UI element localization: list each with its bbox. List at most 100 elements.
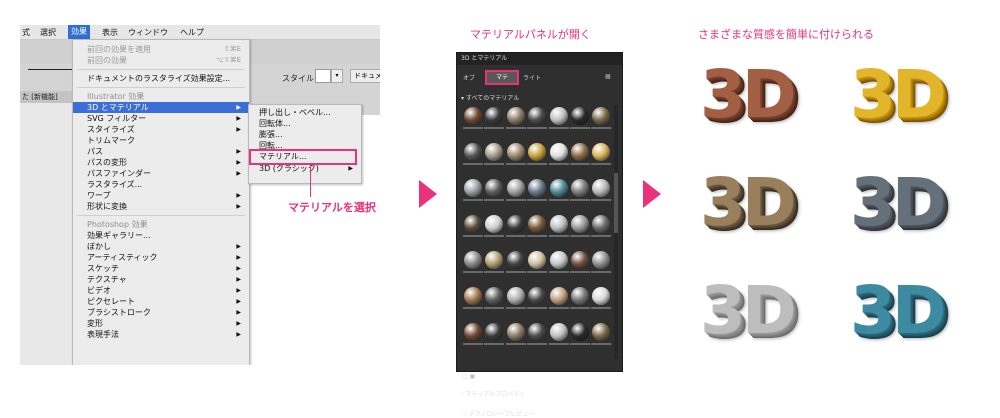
material-swatch[interactable] (592, 143, 611, 161)
material-swatch[interactable] (592, 323, 611, 341)
chevron-down-icon[interactable]: ▾ (331, 69, 343, 83)
material-swatch[interactable] (571, 215, 589, 233)
menu-item-stylize[interactable]: スタイライズ ▶ (73, 124, 249, 135)
menu-window[interactable]: ウィンドウ (128, 27, 168, 38)
menu-item-trim-marks[interactable]: トリムマーク (73, 135, 249, 146)
menu-item-sketch[interactable]: スケッチ ▶ (73, 263, 249, 274)
stroke-preview[interactable] (28, 69, 73, 70)
material-swatch[interactable] (485, 179, 504, 197)
material-swatch[interactable] (528, 323, 547, 341)
material-swatch[interactable] (528, 287, 547, 305)
menu-item-distort[interactable]: 変形 ▶ (73, 318, 249, 329)
menu-item-stylize-ps[interactable]: 表現手法 ▶ (73, 329, 249, 340)
material-swatch[interactable] (549, 179, 568, 197)
material-swatch[interactable] (571, 143, 589, 161)
material-swatch[interactable] (571, 107, 589, 125)
material-swatch[interactable] (485, 215, 504, 233)
panel-scroll-thumb[interactable] (614, 173, 618, 233)
material-swatch[interactable] (549, 143, 568, 161)
material-swatch[interactable] (464, 143, 482, 161)
material-swatch[interactable] (549, 287, 568, 305)
menu-item-pathfinder[interactable]: パスファインダー ▶ (73, 168, 249, 179)
section-material-props[interactable]: › マテリアルプロパティ (461, 389, 525, 398)
submenu-item-inflate[interactable]: 膨張... (249, 129, 361, 140)
material-swatch[interactable] (485, 143, 504, 161)
menu-item-brush-strokes[interactable]: ブラシストローク ▶ (73, 307, 249, 318)
material-swatch[interactable] (485, 323, 504, 341)
section-all-materials[interactable]: ▾ すべてのマテリアル (461, 93, 519, 102)
callout-line (310, 163, 311, 197)
material-swatch[interactable] (528, 107, 547, 125)
graph-icon[interactable]: ▣ (470, 373, 476, 380)
add-material-icon[interactable]: ⬚ (462, 373, 468, 380)
panel-menu-icon[interactable]: ▦ (605, 73, 611, 80)
material-swatch[interactable] (464, 287, 482, 305)
material-swatch[interactable] (506, 107, 525, 125)
menu-type[interactable]: 式 (22, 27, 30, 38)
material-swatch[interactable] (571, 287, 589, 305)
material-swatch[interactable] (592, 107, 611, 125)
material-swatch[interactable] (464, 215, 482, 233)
material-swatch[interactable] (549, 107, 568, 125)
material-swatch-label (527, 235, 548, 237)
menu-item-distort-transform[interactable]: パスの変形 ▶ (73, 157, 249, 168)
material-swatch[interactable] (506, 215, 525, 233)
style-swatch[interactable] (315, 69, 331, 83)
menu-item-convert-to-shape[interactable]: 形状に変換 ▶ (73, 201, 249, 212)
menu-item-path[interactable]: パス ▶ (73, 146, 249, 157)
material-swatch[interactable] (528, 143, 547, 161)
material-swatch[interactable] (506, 251, 525, 269)
menu-item-blur[interactable]: ぼかし ▶ (73, 241, 249, 252)
material-swatch[interactable] (485, 287, 504, 305)
material-swatch[interactable] (506, 143, 525, 161)
menu-item-effect-gallery[interactable]: 効果ギャラリー... (73, 230, 249, 241)
material-swatch[interactable] (464, 179, 482, 197)
chevron-right-icon: ▶ (236, 287, 241, 294)
material-swatch[interactable] (506, 323, 525, 341)
tab-object[interactable]: オブ (463, 73, 475, 82)
menu-item-pixelate[interactable]: ピクセレート ▶ (73, 296, 249, 307)
section-tech-preview[interactable]: ⓘ テクノロジープレビュー (461, 409, 534, 418)
menu-separator (77, 87, 245, 88)
menu-item-warp[interactable]: ワープ ▶ (73, 190, 249, 201)
tab-lighting[interactable]: ライト (523, 73, 541, 82)
material-swatch[interactable] (506, 287, 525, 305)
material-swatch-label (548, 163, 569, 165)
material-swatch[interactable] (528, 215, 547, 233)
material-swatch[interactable] (592, 179, 611, 197)
material-swatch[interactable] (571, 179, 589, 197)
menu-item-video[interactable]: ビデオ ▶ (73, 285, 249, 296)
material-swatch[interactable] (592, 287, 611, 305)
material-swatch[interactable] (464, 323, 482, 341)
material-swatch[interactable] (506, 179, 525, 197)
material-swatch[interactable] (549, 323, 568, 341)
menu-separator (77, 69, 245, 70)
material-swatch[interactable] (528, 251, 547, 269)
material-swatch[interactable] (549, 215, 568, 233)
submenu-item-revolve[interactable]: 回転体... (249, 118, 361, 129)
menu-item-artistic[interactable]: アーティスティック ▶ (73, 252, 249, 263)
menu-item-raster-settings[interactable]: ドキュメントのラスタライズ効果設定... (73, 73, 249, 84)
material-swatch[interactable] (571, 323, 589, 341)
document-setup-button[interactable]: ドキュメン (350, 69, 380, 83)
material-swatch[interactable] (485, 107, 504, 125)
material-swatch[interactable] (571, 251, 589, 269)
menu-item-texture[interactable]: テクスチャ ▶ (73, 274, 249, 285)
menu-help[interactable]: ヘルプ (180, 27, 204, 38)
submenu-item-extrude-bevel[interactable]: 押し出し・ベベル... (249, 107, 361, 118)
menu-item-3d-materials[interactable]: 3D とマテリアル ▶ (73, 102, 249, 113)
material-swatch[interactable] (592, 251, 611, 269)
menu-effect[interactable]: 効果 (68, 25, 90, 39)
menu-view[interactable]: 表示 (102, 27, 118, 38)
material-swatch-label (463, 235, 483, 237)
material-swatch[interactable] (528, 179, 547, 197)
tab-materials[interactable]: マテ (485, 70, 519, 85)
menu-item-svg-filter[interactable]: SVG フィルター ▶ (73, 113, 249, 124)
menu-select[interactable]: 選択 (40, 27, 56, 38)
material-swatch[interactable] (592, 215, 611, 233)
material-swatch[interactable] (485, 251, 504, 269)
menu-item-rasterize[interactable]: ラスタライズ... (73, 179, 249, 190)
material-swatch[interactable] (464, 107, 482, 125)
material-swatch[interactable] (549, 251, 568, 269)
material-swatch[interactable] (464, 251, 482, 269)
